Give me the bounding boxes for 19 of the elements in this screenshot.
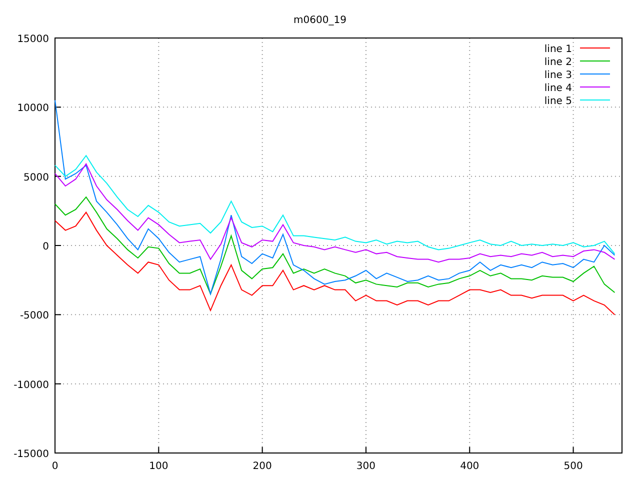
legend-label: line 1 [544,44,572,55]
tick-label: -5000 [20,310,49,322]
tick-label: -10000 [14,380,49,391]
tick-label: 500 [564,461,583,472]
chart-title: m0600_19 [294,15,346,26]
legend-label: line 3 [544,70,572,81]
tick-label: 5000 [24,172,49,184]
tick-label: 200 [252,461,272,472]
legend-label: line 4 [544,83,572,94]
legend-label: line 5 [544,96,572,107]
tick-label: -15000 [14,449,49,460]
tick-label: 400 [460,461,480,472]
tick-label: 0 [42,242,49,252]
tick-label: 300 [356,461,376,472]
tick-label: 10000 [17,103,49,114]
legend-label: line 2 [544,57,572,68]
tick-label: 15000 [17,34,49,45]
tick-label: 0 [52,461,58,472]
tick-label: 100 [149,461,168,472]
